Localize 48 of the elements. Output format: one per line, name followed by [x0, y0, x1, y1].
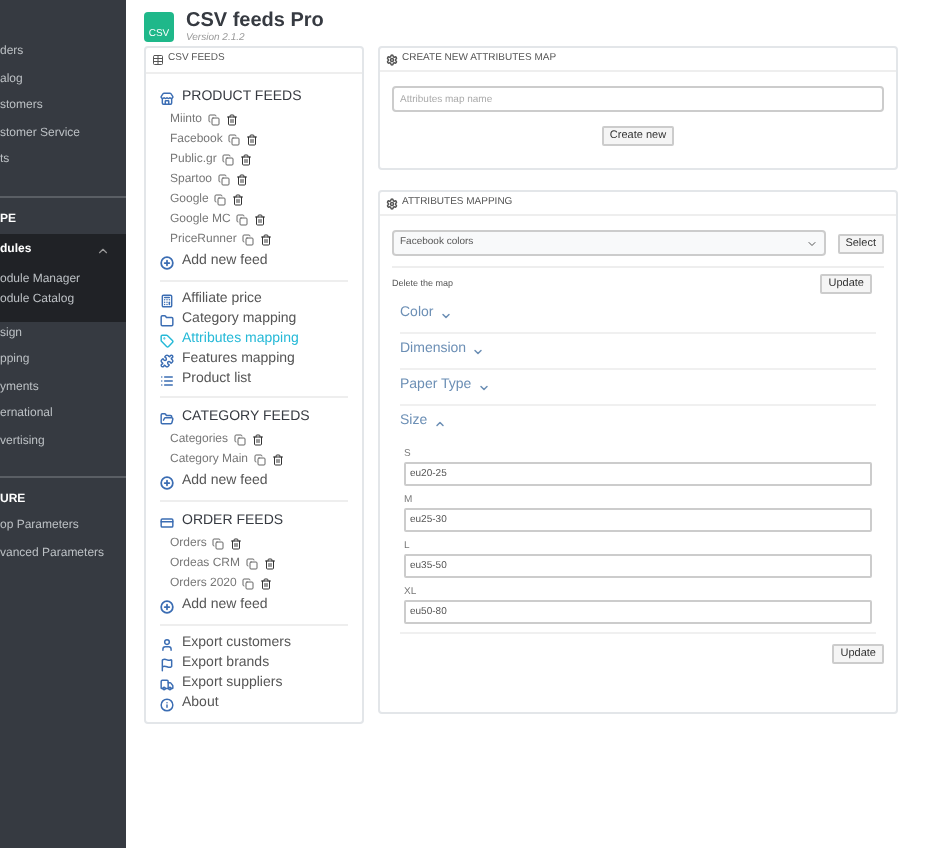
gear-icon: [386, 53, 398, 65]
chevron-down-icon: [477, 381, 490, 393]
trash-icon[interactable]: [236, 174, 249, 186]
chevron-up-icon: [433, 417, 446, 429]
trash-icon[interactable]: [240, 154, 253, 166]
trash-icon[interactable]: [232, 194, 245, 206]
copy-icon[interactable]: [218, 174, 231, 186]
tag-icon: [160, 333, 174, 347]
copy-icon[interactable]: [234, 434, 247, 446]
flag-icon: [160, 657, 174, 671]
trash-icon[interactable]: [260, 234, 273, 246]
copy-icon[interactable]: [242, 578, 255, 590]
add-icon: [160, 255, 174, 269]
copy-icon[interactable]: [246, 558, 259, 570]
copy-icon[interactable]: [212, 538, 225, 550]
list-icon: [160, 373, 174, 387]
trash-icon[interactable]: [264, 558, 277, 570]
add-icon: [160, 599, 174, 613]
store-icon: [160, 91, 174, 105]
trash-icon[interactable]: [254, 214, 267, 226]
table-icon: [152, 54, 164, 66]
trash-icon[interactable]: [252, 434, 265, 446]
folder-icon: [160, 313, 174, 327]
card-icon: [160, 515, 174, 529]
copy-icon[interactable]: [222, 154, 235, 166]
copy-icon[interactable]: [236, 214, 249, 226]
trash-icon[interactable]: [246, 134, 259, 146]
gear-icon: [386, 197, 398, 209]
chevron-down-icon: [805, 237, 818, 249]
trash-icon[interactable]: [260, 578, 273, 590]
app-title: CSV feeds Pro: [186, 9, 324, 31]
calculator-icon: [160, 293, 174, 307]
user-icon: [160, 637, 174, 651]
info-icon: [160, 697, 174, 711]
copy-icon[interactable]: [214, 194, 227, 206]
chevron-down-icon: [472, 345, 485, 357]
truck-icon: [160, 677, 174, 691]
puzzle-icon: [160, 353, 174, 367]
copy-icon[interactable]: [242, 234, 255, 246]
copy-icon[interactable]: [254, 454, 267, 466]
chevron-down-icon: [439, 309, 452, 321]
trash-icon[interactable]: [230, 538, 243, 550]
copy-icon[interactable]: [208, 114, 221, 126]
copy-icon[interactable]: [228, 134, 241, 146]
trash-icon[interactable]: [272, 454, 285, 466]
folder-icon: [160, 411, 174, 425]
add-icon: [160, 475, 174, 489]
trash-icon[interactable]: [226, 114, 239, 126]
